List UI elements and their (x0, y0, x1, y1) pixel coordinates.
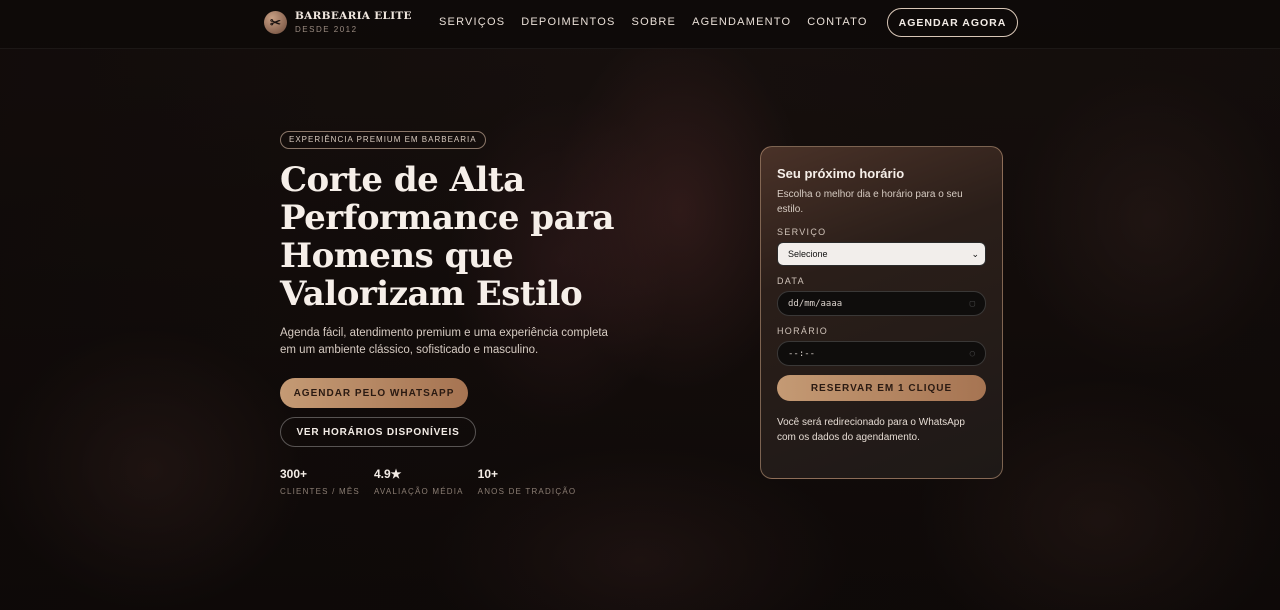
nav-link-contato[interactable]: CONTATO (807, 16, 867, 28)
stats-row: 300+ CLIENTES / MÊS 4.9★ AVALIAÇÃO MÉDIA… (280, 467, 640, 496)
top-navbar: ✂ BARBEARIA ELITE DESDE 2012 SERVIÇOS DE… (0, 0, 1280, 49)
scissors-icon: ✂ (264, 11, 287, 34)
stat-years: 10+ ANOS DE TRADIÇÃO (478, 467, 577, 496)
available-hours-button[interactable]: VER HORÁRIOS DISPONÍVEIS (280, 417, 476, 447)
hero-section: EXPERIÊNCIA PREMIUM EM BARBEARIA Corte d… (280, 129, 640, 496)
stat-value: 300+ (280, 467, 308, 481)
brand-text: BARBEARIA ELITE DESDE 2012 (295, 11, 412, 34)
stat-label: CLIENTES / MÊS (280, 487, 360, 496)
clock-icon[interactable]: ○ (970, 349, 975, 359)
calendar-icon[interactable]: ▢ (970, 299, 975, 309)
date-input[interactable]: dd/mm/aaaa ▢ (777, 291, 986, 316)
stat-clients: 300+ CLIENTES / MÊS (280, 467, 360, 496)
nav-link-agendamento[interactable]: AGENDAMENTO (692, 16, 791, 28)
stat-value: 4.9★ (373, 467, 402, 481)
brand-name: BARBEARIA ELITE (295, 10, 412, 23)
nav-link-sobre[interactable]: SOBRE (632, 16, 677, 28)
hero-eyebrow-badge: EXPERIÊNCIA PREMIUM EM BARBEARIA (280, 131, 486, 149)
service-select-value: Selecione (788, 249, 828, 259)
booking-note: Você será redirecionado para o WhatsApp … (777, 417, 965, 443)
service-select[interactable]: Selecione ⌄ (777, 242, 986, 266)
reserve-button[interactable]: RESERVAR EM 1 CLIQUE (777, 375, 986, 401)
page: ✂ BARBEARIA ELITE DESDE 2012 SERVIÇOS DE… (0, 0, 1280, 610)
stat-label: ANOS DE TRADIÇÃO (477, 487, 577, 496)
time-input[interactable]: --:-- ○ (777, 341, 986, 366)
whatsapp-booking-button[interactable]: AGENDAR PELO WHATSAPP (280, 378, 468, 408)
booking-card: Seu próximo horário Escolha o melhor dia… (760, 146, 1003, 479)
service-label: SERVIÇO (777, 227, 827, 237)
schedule-now-button[interactable]: AGENDAR AGORA (887, 8, 1018, 37)
booking-subtitle: Escolha o melhor dia e horário para o se… (777, 189, 963, 215)
main-nav: SERVIÇOS DEPOIMENTOS SOBRE AGENDAMENTO C… (439, 16, 868, 28)
booking-title: Seu próximo horário (777, 166, 905, 181)
hero-title: Corte de Alta Performance para Homens qu… (280, 160, 615, 314)
stat-label: AVALIAÇÃO MÉDIA (373, 487, 464, 496)
chevron-down-icon: ⌄ (971, 248, 979, 259)
time-label: HORÁRIO (777, 326, 829, 336)
date-label: DATA (777, 276, 805, 286)
brand[interactable]: ✂ BARBEARIA ELITE DESDE 2012 (264, 11, 412, 34)
nav-link-depoimentos[interactable]: DEPOIMENTOS (521, 16, 615, 28)
stat-value: 10+ (477, 467, 499, 481)
stat-rating: 4.9★ AVALIAÇÃO MÉDIA (374, 467, 464, 496)
time-input-placeholder: --:-- (788, 348, 816, 359)
nav-link-servicos[interactable]: SERVIÇOS (439, 16, 505, 28)
date-input-placeholder: dd/mm/aaaa (788, 298, 843, 309)
brand-subtitle: DESDE 2012 (295, 24, 358, 34)
hero-description: Agenda fácil, atendimento premium e uma … (280, 327, 608, 356)
